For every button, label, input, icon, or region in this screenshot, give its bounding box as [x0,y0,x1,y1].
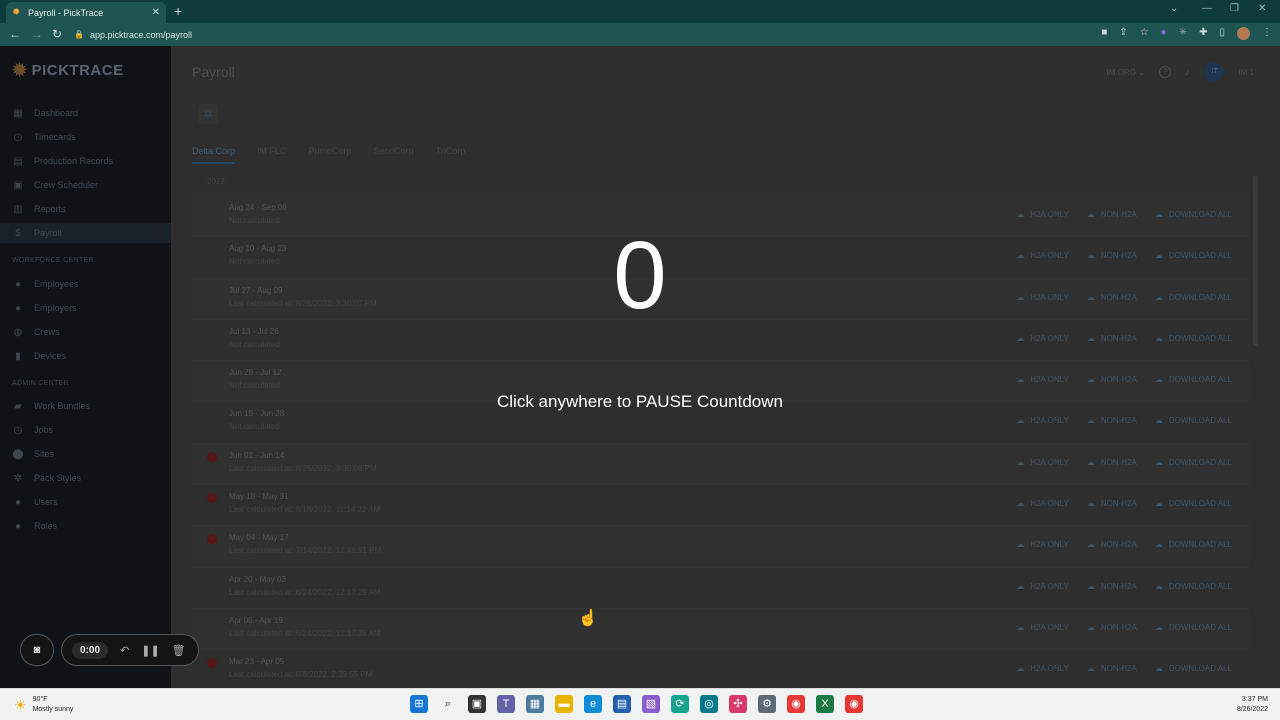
bookmark-star-icon[interactable]: ☆ [1140,27,1149,40]
recording-time: 0:00 [72,641,109,659]
share-icon[interactable]: ⇪ [1119,27,1127,40]
task-view-icon[interactable]: ▣ [468,695,486,713]
video-camera-icon: ◙ [33,644,41,656]
trash-icon[interactable]: 🗑 [172,644,186,657]
countdown-message: Click anywhere to PAUSE Countdown [497,392,783,411]
profile-avatar[interactable] [1237,27,1250,40]
windows-taskbar: ☀ 90°F Mostly sunny ⊞ ⌕ ▣ T ▦ ▬ e ▤ ▧ ⟳ … [0,688,1280,720]
menu-icon[interactable]: ⋮ [1262,27,1272,40]
start-icon[interactable]: ⊞ [410,695,428,713]
weather-widget[interactable]: ☀ 90°F Mostly sunny [14,695,73,715]
pause-icon[interactable]: ❚❚ [141,644,159,657]
close-tab-icon[interactable]: ✕ [152,7,160,18]
search-icon[interactable]: ⌕ [439,695,457,713]
address-bar[interactable]: 🔒 app.picktrace.com/payroll [74,26,1074,43]
settings-icon[interactable]: ⚙ [758,695,776,713]
restore-icon[interactable]: ❐ [1230,3,1239,14]
clock-time: 3:37 PM [1241,696,1268,703]
close-window-icon[interactable]: ✕ [1258,3,1266,14]
app-icon[interactable]: ◎ [700,695,718,713]
browser-tab-strip: ✹ Payroll - PickTrace ✕ + ⌄ — ❐ ✕ [0,0,1280,23]
edge-icon[interactable]: e [584,695,602,713]
extension-icon[interactable]: ● [1161,27,1167,40]
clock-date: 8/26/2022 [1236,706,1268,713]
calculator-icon[interactable]: ▦ [526,695,544,713]
weather-condition: Mostly sunny [32,706,74,713]
forward-icon[interactable]: → [31,27,43,41]
recorder-controls: 0:00 ↶ ❚❚ 🗑 [61,634,199,666]
extension-icon[interactable]: ✳ [1179,27,1187,40]
taskbar-apps: ⊞ ⌕ ▣ T ▦ ▬ e ▤ ▧ ⟳ ◎ ✣ ⚙ ◉ X ◉ [410,695,863,713]
browser-tab[interactable]: ✹ Payroll - PickTrace ✕ [6,2,166,23]
sidepanel-icon[interactable]: ▯ [1219,27,1225,40]
reload-icon[interactable]: ↻ [52,27,62,41]
camera-icon[interactable]: ■ [1101,27,1107,40]
countdown-number: 0 [613,222,667,329]
countdown-overlay[interactable]: 0 Click anywhere to PAUSE Countdown ☝ [0,46,1280,688]
excel-icon[interactable]: X [816,695,834,713]
url-text: app.picktrace.com/payroll [89,29,193,40]
sun-icon: ☀ [14,696,27,713]
system-clock[interactable]: 3:37 PM 8/26/2022 [1237,695,1268,715]
store-icon[interactable]: ▤ [613,695,631,713]
browser-toolbar-icons: ■ ⇪ ☆ ● ✳ ✚ ▯ ⋮ [1101,27,1272,40]
chevron-down-icon[interactable]: ⌄ [1170,3,1178,14]
chrome-icon[interactable]: ◉ [787,695,805,713]
lock-icon: 🔒 [74,30,84,39]
new-tab-button[interactable]: + [174,3,182,19]
hand-cursor-icon: ☝ [578,610,598,627]
app-icon[interactable]: ⟳ [671,695,689,713]
app-icon[interactable]: ▧ [642,695,660,713]
tab-title: Payroll - PickTrace [28,7,104,18]
picktrace-favicon-icon: ✹ [12,6,21,18]
teams-icon[interactable]: T [497,695,515,713]
address-bar-row: ← → ↻ 🔒 app.picktrace.com/payroll ■ ⇪ ☆ … [0,23,1280,46]
undo-icon[interactable]: ↶ [120,644,129,657]
weather-temp: 90°F [32,696,48,703]
slack-icon[interactable]: ✣ [729,695,747,713]
puzzle-icon[interactable]: ✚ [1199,27,1207,40]
file-explorer-icon[interactable]: ▬ [555,695,573,713]
minimize-icon[interactable]: — [1202,3,1212,14]
back-icon[interactable]: ← [9,27,21,41]
camera-toggle-button[interactable]: ◙ [20,634,54,666]
chrome-icon[interactable]: ◉ [845,695,863,713]
